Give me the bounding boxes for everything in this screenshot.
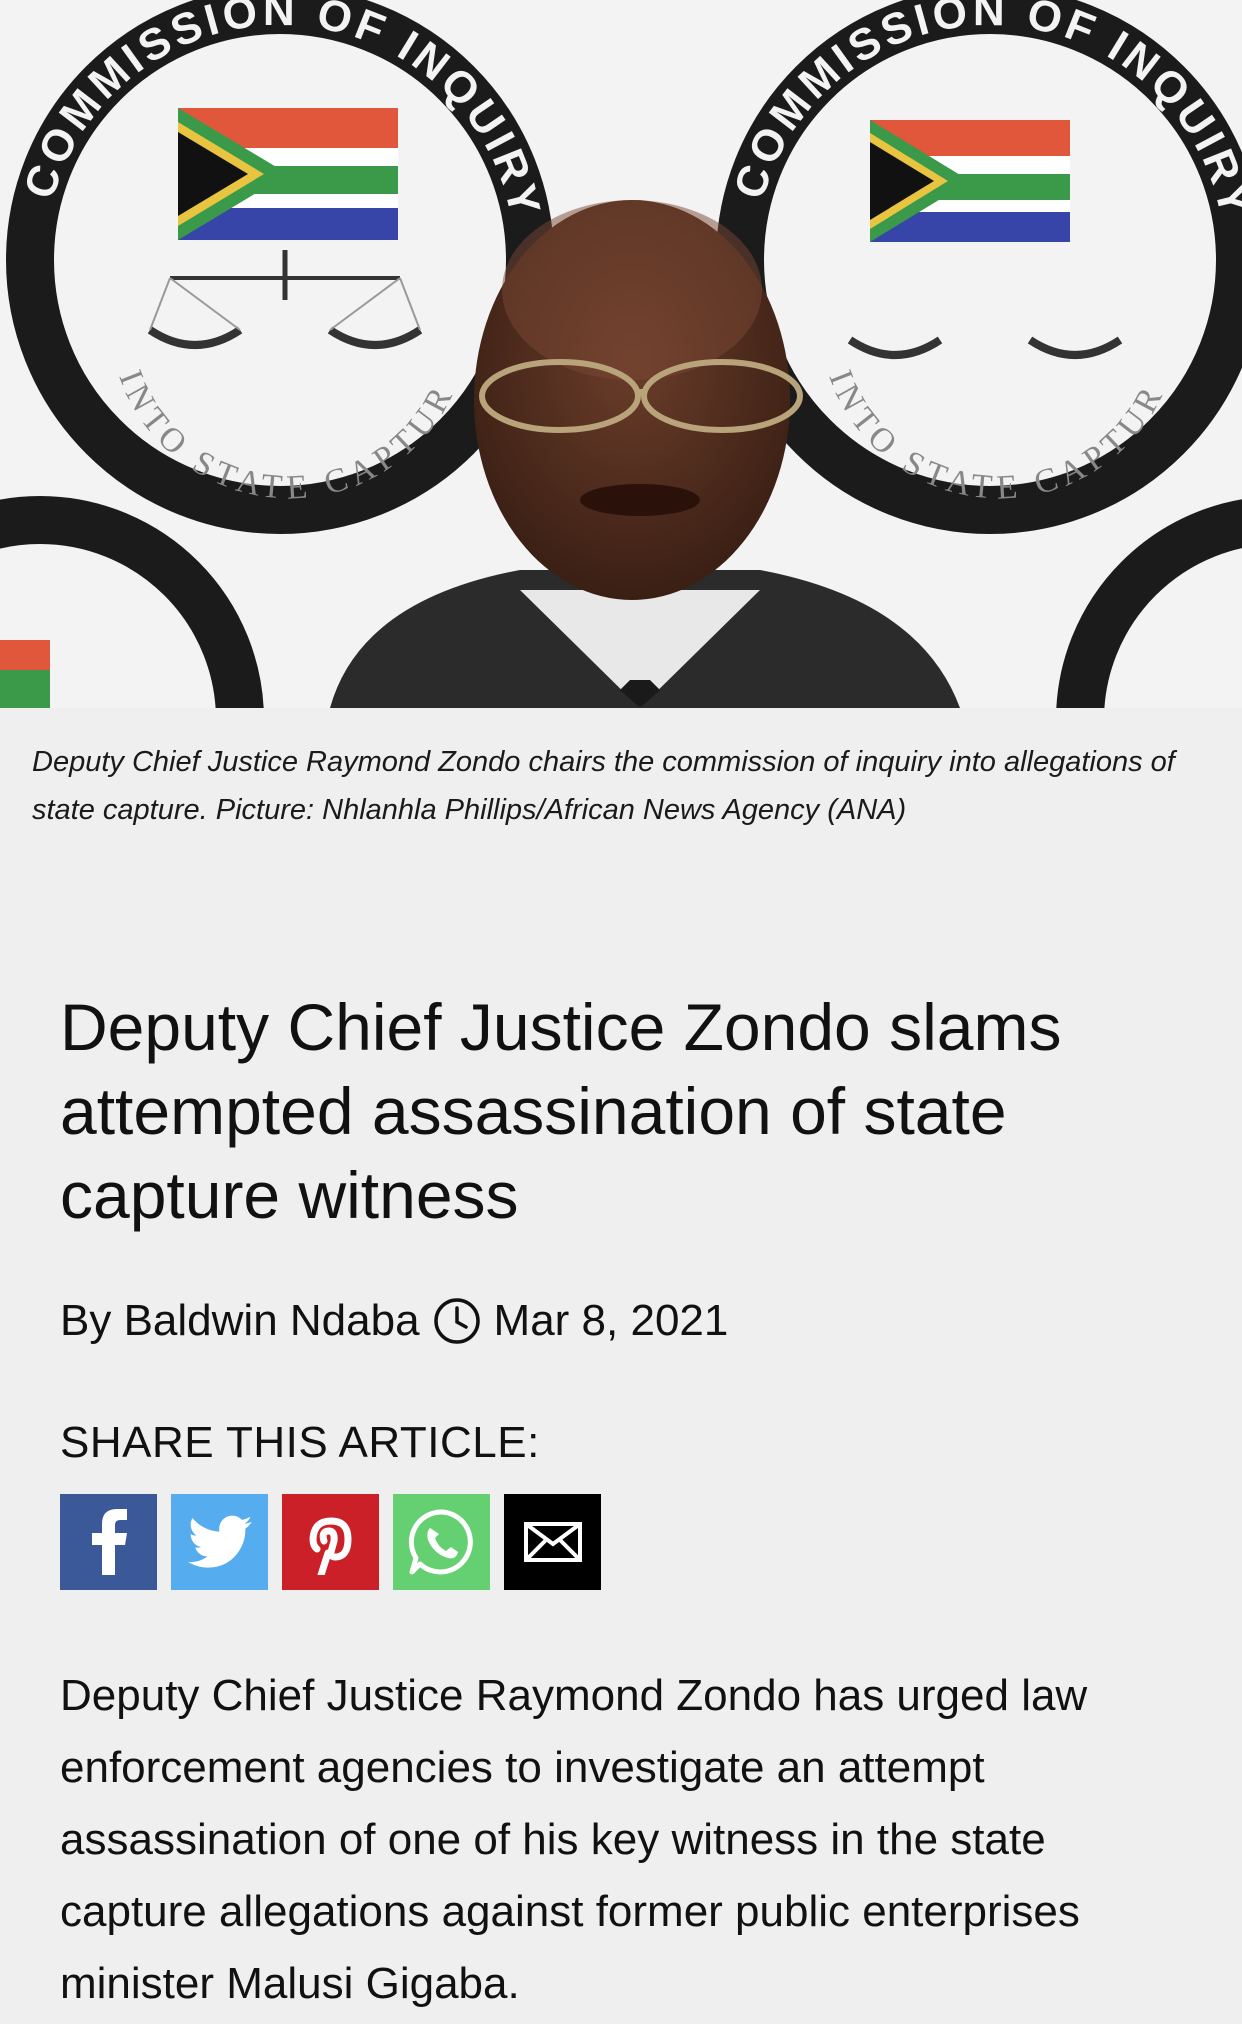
share-buttons [60, 1494, 601, 1590]
clock-icon [433, 1298, 480, 1344]
twitter-icon [187, 1515, 252, 1568]
whatsapp-icon [408, 1509, 473, 1575]
author-name[interactable]: By Baldwin Ndaba [60, 1296, 420, 1346]
article-byline: By Baldwin Ndaba Mar 8, 2021 [60, 1296, 728, 1346]
facebook-icon [91, 1509, 127, 1575]
pinterest-icon [308, 1517, 352, 1575]
email-icon [523, 1522, 582, 1562]
article-headline: Deputy Chief Justice Zondo slams attempt… [60, 990, 1062, 1232]
publish-date: Mar 8, 2021 [493, 1296, 729, 1345]
share-twitter-button[interactable] [171, 1494, 268, 1590]
share-facebook-button[interactable] [60, 1494, 157, 1590]
share-pinterest-button[interactable] [282, 1494, 379, 1590]
hero-photo: COMMISSION OF INQUIRY INTO STATE CAPTURE [0, 0, 1242, 708]
share-whatsapp-button[interactable] [393, 1494, 490, 1590]
photo-caption: Deputy Chief Justice Raymond Zondo chair… [32, 746, 1175, 826]
article-body-paragraph: Deputy Chief Justice Raymond Zondo has u… [60, 1671, 1088, 2008]
share-label: SHARE THIS ARTICLE: [60, 1418, 540, 1467]
share-email-button[interactable] [504, 1494, 601, 1590]
